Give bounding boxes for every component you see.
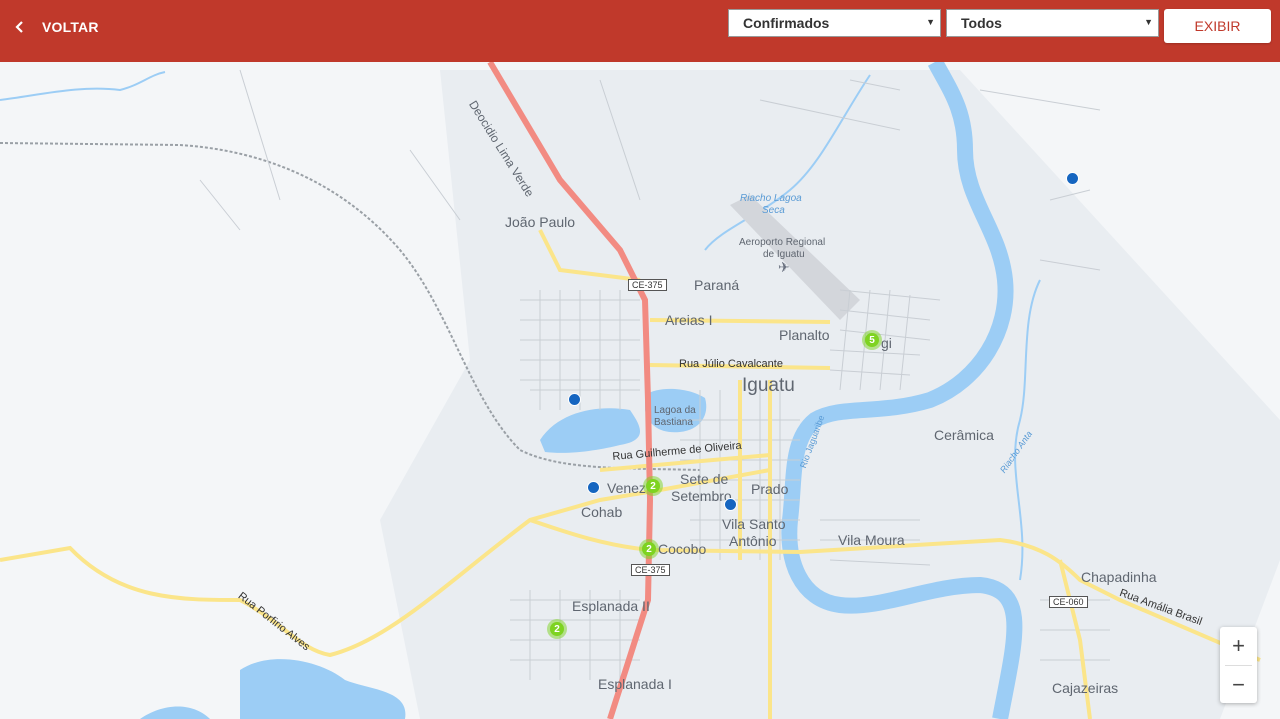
back-label: VOLTAR — [42, 19, 99, 35]
cluster-marker[interactable]: 2 — [643, 476, 663, 496]
place-label: Setembro — [671, 488, 732, 504]
place-label: gi — [881, 335, 892, 351]
cluster-marker[interactable]: 5 — [862, 330, 882, 350]
place-label: João Paulo — [505, 214, 576, 230]
road-shield: CE-375 — [628, 279, 667, 291]
case-point-marker[interactable] — [1066, 172, 1079, 185]
cluster-count: 2 — [642, 542, 656, 556]
lake-small — [140, 706, 210, 719]
map-canvas[interactable]: Iguatu João Paulo Paraná Areias I Planal… — [0, 62, 1280, 719]
road-label: Rua Júlio Cavalcante — [679, 358, 783, 370]
place-label: Cerâmica — [934, 427, 994, 443]
place-label: Vila Moura — [838, 532, 905, 548]
status-filter-select[interactable]: Confirmados ▼ — [728, 9, 941, 37]
place-label: Vila Santo — [722, 516, 786, 532]
place-label: Areias I — [665, 312, 713, 328]
zoom-control: + − — [1220, 627, 1257, 703]
top-bar: VOLTAR Confirmados ▼ Todos ▼ EXIBIR — [0, 0, 1280, 62]
case-point-marker[interactable] — [724, 498, 737, 511]
place-label: Seca — [762, 205, 785, 216]
stream-nw — [0, 71, 166, 101]
zoom-out-button[interactable]: − — [1220, 666, 1257, 704]
place-label: Sete de — [680, 471, 729, 487]
map-layer — [0, 62, 1280, 719]
city-label: Iguatu — [742, 375, 795, 396]
place-label: Planalto — [779, 327, 830, 343]
scope-filter-value: Todos — [961, 15, 1002, 31]
chevron-down-icon: ▼ — [926, 17, 935, 27]
place-label: Bastiana — [654, 417, 693, 428]
lake — [240, 659, 406, 719]
status-filter-value: Confirmados — [743, 15, 830, 31]
exibir-button[interactable]: EXIBIR — [1164, 9, 1271, 43]
airplane-icon: ✈ — [778, 259, 790, 275]
place-label: Cocobo — [658, 541, 707, 557]
place-label: Lagoa da — [654, 405, 696, 416]
back-button[interactable]: VOLTAR — [14, 16, 99, 38]
place-label: Prado — [751, 481, 789, 497]
place-label: Esplanada I — [598, 676, 672, 692]
chevron-down-icon: ▼ — [1144, 17, 1153, 27]
place-label: Aeroporto Regional — [739, 237, 826, 248]
case-point-marker[interactable] — [568, 393, 581, 406]
place-label: Antônio — [729, 533, 777, 549]
chevron-left-icon — [15, 21, 23, 33]
place-label: Venez — [607, 480, 646, 496]
cluster-marker[interactable]: 2 — [639, 539, 659, 559]
road-shield: CE-375 — [631, 564, 670, 576]
cluster-count: 2 — [646, 479, 660, 493]
place-label: Chapadinha — [1081, 569, 1157, 585]
cluster-count: 2 — [550, 622, 564, 636]
place-label: Esplanada II — [572, 598, 650, 614]
road-shield: CE-060 — [1049, 596, 1088, 608]
place-label: Cajazeiras — [1052, 680, 1119, 696]
place-label: Cohab — [581, 504, 623, 520]
cluster-marker[interactable]: 2 — [547, 619, 567, 639]
case-point-marker[interactable] — [587, 481, 600, 494]
place-label: Riacho Lagoa — [740, 193, 802, 204]
cluster-count: 5 — [865, 333, 879, 347]
zoom-in-button[interactable]: + — [1220, 627, 1257, 665]
scope-filter-select[interactable]: Todos ▼ — [946, 9, 1159, 37]
place-label: Paraná — [694, 277, 740, 293]
